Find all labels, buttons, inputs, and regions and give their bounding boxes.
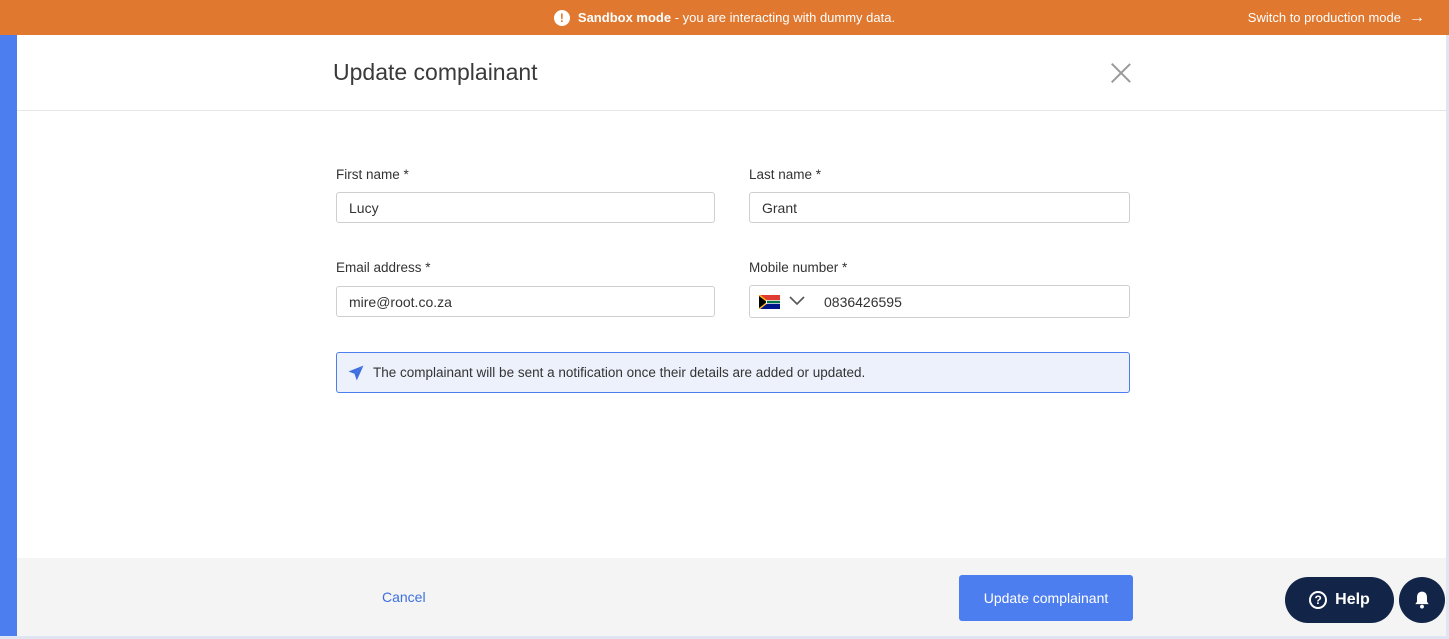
notice-text: The complainant will be sent a notificat… — [373, 365, 866, 380]
first-name-input[interactable] — [336, 192, 715, 223]
south-africa-flag-icon — [759, 295, 780, 309]
sandbox-message: ! Sandbox mode - you are interacting wit… — [0, 0, 1449, 35]
email-input[interactable] — [336, 286, 715, 317]
mobile-number-field — [749, 285, 1142, 318]
modal-title: Update complainant — [333, 59, 538, 85]
first-name-label: First name * — [336, 167, 409, 182]
notifications-button[interactable] — [1399, 577, 1445, 623]
modal-header: Update complainant — [17, 35, 1446, 111]
close-icon[interactable] — [1110, 62, 1132, 84]
help-button[interactable]: ? Help — [1285, 577, 1394, 623]
email-label: Email address * — [336, 260, 431, 275]
cancel-button[interactable]: Cancel — [382, 589, 426, 605]
mobile-number-input[interactable] — [816, 286, 1142, 317]
sandbox-mode-label: Sandbox mode — [577, 10, 672, 25]
help-icon: ? — [1309, 591, 1328, 609]
help-label: Help — [1335, 591, 1370, 608]
mobile-number-label: Mobile number * — [749, 260, 848, 275]
arrow-right-icon: → — [1409, 8, 1425, 26]
bell-icon — [1415, 591, 1429, 609]
left-accent-bar — [0, 35, 17, 639]
chevron-down-icon[interactable] — [788, 295, 806, 307]
switch-to-production-label: Switch to production mode — [1247, 10, 1401, 25]
last-name-input[interactable] — [749, 192, 1130, 223]
modal-footer: Cancel Update complainant — [17, 558, 1446, 636]
sandbox-mode-description: - you are interacting with dummy data. — [671, 10, 896, 25]
send-icon — [348, 365, 364, 380]
sandbox-banner: ! Sandbox mode - you are interacting wit… — [0, 0, 1449, 35]
update-complainant-button[interactable]: Update complainant — [959, 575, 1133, 621]
notification-notice: The complainant will be sent a notificat… — [336, 352, 1130, 393]
last-name-label: Last name * — [749, 167, 822, 182]
sandbox-message-text: Sandbox mode - you are interacting with … — [578, 10, 895, 25]
warning-icon: ! — [553, 9, 570, 26]
switch-to-production-link[interactable]: Switch to production mode → — [1248, 0, 1425, 35]
